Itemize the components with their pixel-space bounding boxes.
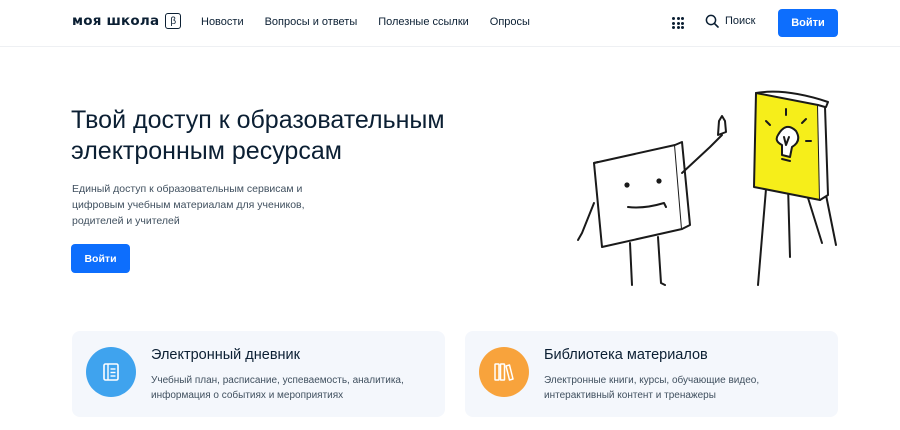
header-login-button[interactable]: Войти [778, 9, 838, 37]
beta-badge: β [165, 13, 182, 29]
site-header: моя школа β Новости Вопросы и ответы Пол… [0, 0, 900, 47]
diary-card-title: Электронный дневник [151, 347, 300, 363]
hero-login-button[interactable]: Войти [71, 244, 130, 273]
logo[interactable]: моя школа β [72, 13, 182, 29]
nav-link-news[interactable]: Новости [201, 16, 244, 28]
library-card-description: Электронные книги, курсы, обучающие виде… [544, 375, 760, 401]
apps-grid-icon[interactable] [672, 17, 684, 29]
diary-card-description: Учебный план, расписание, успеваемость, … [151, 375, 404, 401]
hero-illustration [577, 90, 837, 286]
diary-card[interactable]: Электронный дневник Учебный план, распис… [72, 331, 445, 417]
hero-subtitle: Единый доступ к образовательным сервисам… [72, 183, 305, 227]
nav-link-polls[interactable]: Опросы [490, 16, 530, 28]
nav-link-faq[interactable]: Вопросы и ответы [265, 16, 358, 28]
search-label: Поиск [725, 15, 756, 27]
logo-text: моя школа [72, 13, 160, 29]
main-nav: Новости Вопросы и ответы Полезные ссылки… [201, 16, 530, 28]
hero-title: Твой доступ к образовательным электронны… [71, 106, 445, 165]
search-button[interactable]: Поиск [705, 14, 755, 28]
books-icon [479, 347, 529, 397]
search-icon [705, 14, 719, 28]
library-card-title: Библиотека материалов [544, 347, 708, 363]
nav-link-useful-links[interactable]: Полезные ссылки [378, 16, 469, 28]
library-card[interactable]: Библиотека материалов Электронные книги,… [465, 331, 838, 417]
diary-icon [86, 347, 136, 397]
